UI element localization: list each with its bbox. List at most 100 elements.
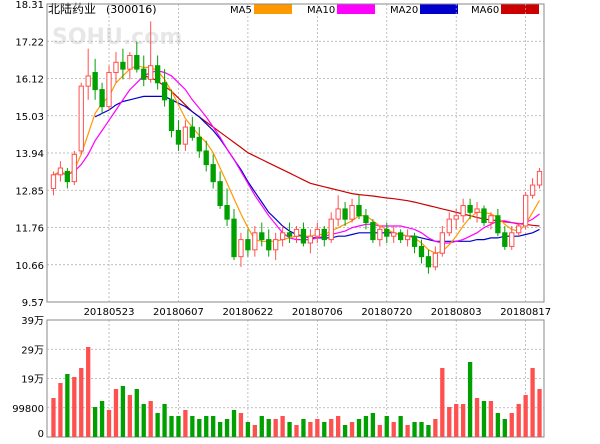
legend-swatch-ma5 [254,4,292,14]
date-tick-label: 20180622 [222,307,273,318]
volume-bar [99,401,105,437]
volume-bar [79,368,84,437]
candle-body [356,205,362,217]
volume-bar [509,413,514,437]
candle-body [516,225,522,234]
candle-body [370,222,376,241]
candle [286,222,293,244]
volume-bar [86,347,91,437]
volume-bar [537,389,542,437]
volume-bar [502,419,507,437]
candle-body [474,208,480,213]
date-tick-label: 20180607 [153,307,204,318]
volume-bar [294,425,299,437]
candle-body [78,85,84,152]
candle-body [391,232,397,237]
price-tick-label: 18.31 [15,0,44,11]
candle-body [224,205,230,220]
legend-swatch-ma60 [501,4,539,14]
candle-body [363,215,369,224]
volume-tick-label: 0 [38,429,44,440]
volume-bar [308,422,313,437]
candle [321,225,327,247]
volume-bar [336,416,341,437]
volume-bar [356,419,362,437]
candle [189,116,195,141]
volume-tick-label: 29万 [21,345,44,356]
candle [57,161,64,182]
price-y-axis: 18.31 17.22 16.12 15.03 13.94 12.85 11.76 10.66… [15,0,44,309]
candle [238,232,244,267]
candle [78,82,84,155]
volume-bar [398,416,403,437]
legend-label-ma60: MA60 [471,5,499,16]
volume-bar [231,410,237,437]
candle [231,208,237,261]
volume-bar [426,425,431,437]
candle-body [342,208,348,220]
volume-bar [363,416,369,437]
candle-body [335,208,341,220]
candle [328,212,334,244]
candle-body [106,72,112,108]
volume-bar [384,416,389,437]
candle-body [127,54,133,70]
candle [495,208,501,237]
volume-bar [454,404,459,437]
candle [335,195,341,226]
candle-body [134,54,140,70]
stock-name: 北陆药业 [48,1,96,16]
volume-bar [72,377,77,437]
candle [307,229,314,254]
candle-body [113,61,119,74]
candle-body [231,218,237,258]
candle [266,229,272,257]
stock-code: (300016) [106,3,157,16]
candle-body [148,65,154,80]
candle [391,225,397,244]
price-tick-label: 16.12 [15,75,44,86]
candle [398,229,404,244]
candle [446,212,452,237]
candle [356,195,362,220]
volume-bar [370,413,376,437]
candle-body [259,232,265,241]
candle-body [439,232,445,254]
candle-body [175,129,182,145]
candle [127,52,133,80]
date-tick-label: 20180817 [500,307,551,318]
volume-bar [440,368,445,437]
volume-bar [273,419,278,437]
candle-body [266,239,272,251]
volume-bar [106,410,112,437]
volume-bar [315,419,320,437]
candle [377,225,383,247]
candle-body [432,252,439,268]
volume-bar [162,404,167,437]
candle-body [168,99,175,131]
candle [481,205,487,226]
candle-body [196,136,202,152]
volume-bar [224,419,230,437]
candle-body [71,153,77,183]
candle-body [57,167,64,176]
volume-bar [155,413,160,437]
sohu-watermark: SOHU.com [52,25,182,50]
volume-bar [252,425,257,437]
price-tick-label: 12.85 [15,186,44,197]
candle-body [321,228,327,241]
candle-body [446,218,452,234]
date-tick-label: 20180706 [292,307,343,318]
volume-bar [113,389,119,437]
volume-tick-label: 19万 [21,375,44,386]
volume-bar [329,419,334,437]
candle [210,154,216,189]
volume-bar [204,416,209,437]
candle [536,168,543,189]
volume-bar [377,425,382,437]
candle-body [488,215,494,224]
candle [349,198,355,223]
volume-bar [217,422,223,437]
candle-body [384,228,390,237]
price-tick-label: 15.03 [15,112,44,123]
